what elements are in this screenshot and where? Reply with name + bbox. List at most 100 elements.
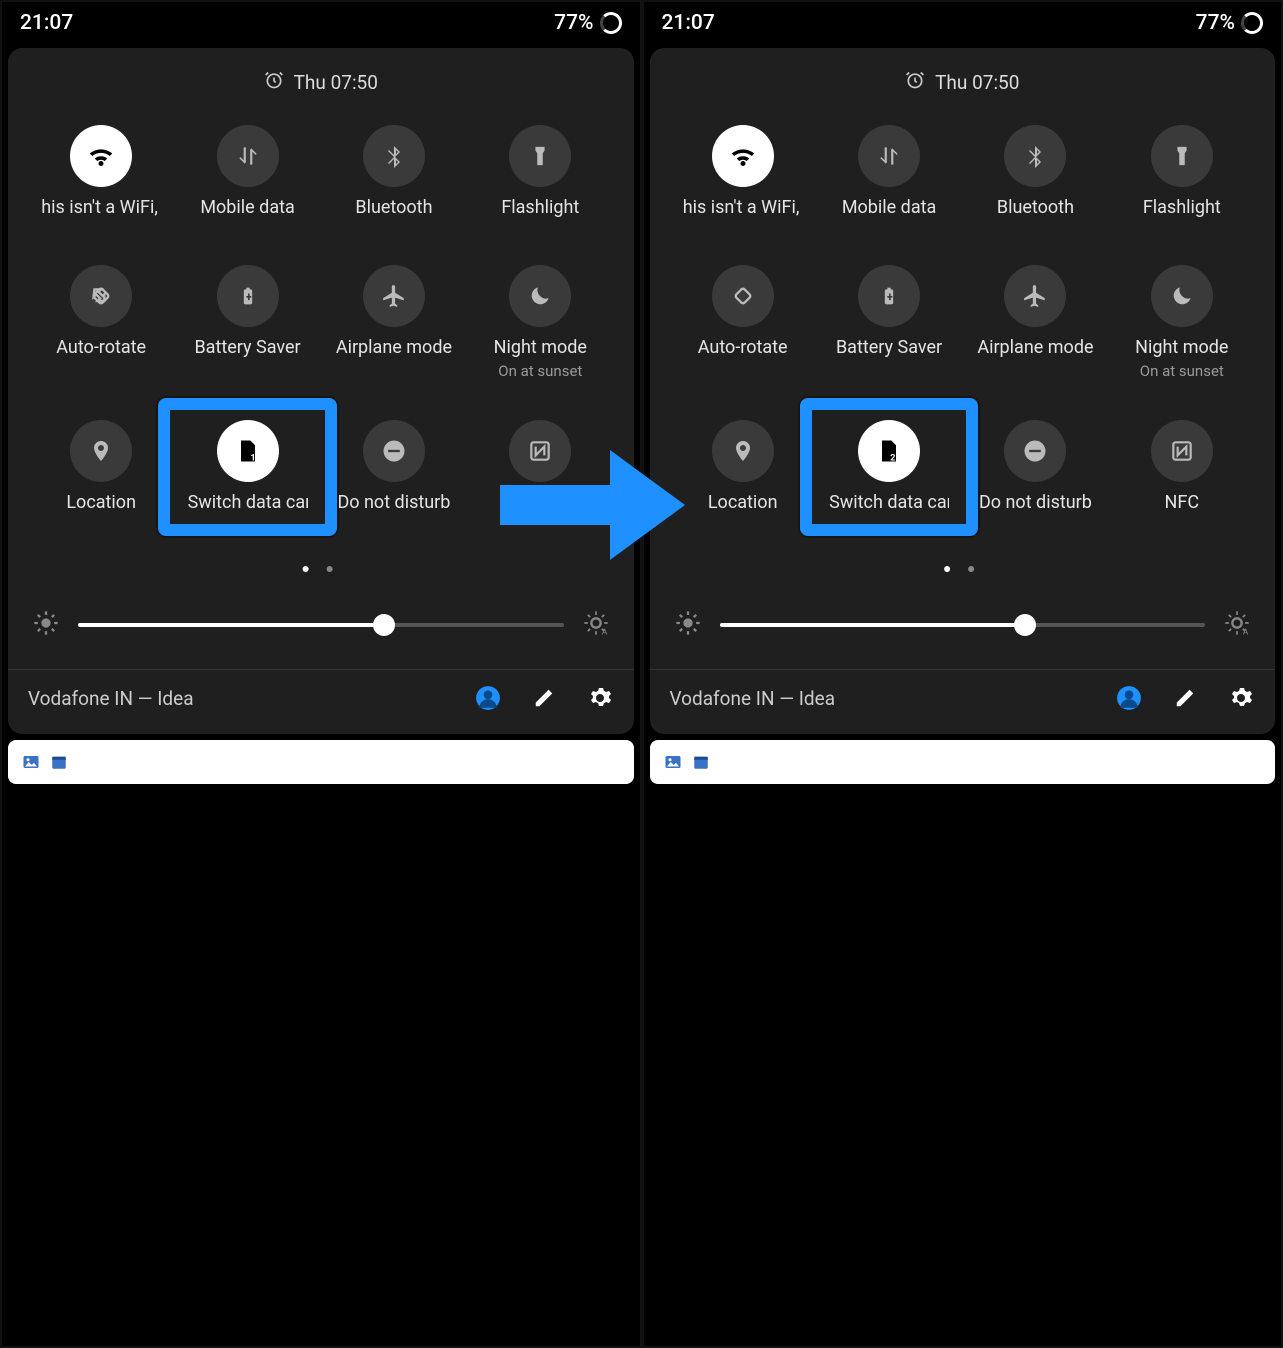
- settings-app-icon[interactable]: [499, 1244, 561, 1306]
- phone-app-icon[interactable]: [722, 1244, 784, 1306]
- status-time: 21:07: [20, 11, 73, 35]
- gallery-icon: [664, 753, 682, 771]
- settings-app-icon[interactable]: [1140, 1244, 1202, 1306]
- tile-do-not-disturb[interactable]: Do not disturb: [321, 420, 467, 520]
- svg-text:1: 1: [250, 452, 255, 463]
- moon-icon: [1169, 283, 1195, 309]
- auto-rotate-icon: [729, 282, 757, 310]
- gallery-icon: [22, 753, 40, 771]
- notification-card[interactable]: [650, 740, 1276, 784]
- location-icon: [731, 437, 755, 465]
- tile-do-not-disturb[interactable]: Do not disturb: [962, 420, 1108, 520]
- tile-night-mode[interactable]: Night mode On at sunset: [467, 265, 613, 380]
- dnd-icon: [380, 437, 408, 465]
- home-app-row: WhatsApp 23Digital Tally Co… Docs: [674, 802, 1252, 884]
- flashlight-icon: [1171, 143, 1193, 169]
- status-battery: 77%: [1196, 11, 1235, 35]
- dock: [2, 1244, 640, 1306]
- tile-auto-rotate[interactable]: Auto-rotate: [28, 265, 174, 380]
- tile-wifi[interactable]: his isn't a WiFi, it: [670, 125, 816, 225]
- airplane-icon: [1022, 283, 1048, 309]
- carrier-label: Vodafone IN — Idea: [670, 687, 1116, 710]
- svg-text:2: 2: [890, 452, 895, 463]
- home-app-row: WhatsApp 23Digital Tally Co… Docs: [32, 802, 610, 884]
- alarm-icon: [905, 70, 925, 95]
- docs-icon[interactable]: [1001, 802, 1057, 858]
- brightness-auto-icon[interactable]: A: [1223, 609, 1251, 641]
- sim-card-icon: 1: [234, 437, 262, 465]
- chevron-up-icon[interactable]: [305, 1032, 337, 1056]
- bluetooth-icon: [1023, 144, 1047, 168]
- chevron-up-icon[interactable]: [946, 1032, 978, 1056]
- brightness-auto-icon[interactable]: A: [582, 609, 610, 641]
- status-battery: 77%: [554, 11, 593, 35]
- tile-battery-saver[interactable]: Battery Saver: [174, 265, 320, 380]
- tile-battery-saver[interactable]: Battery Saver: [816, 265, 962, 380]
- dock: [644, 1244, 1282, 1306]
- alarm-icon: [264, 70, 284, 95]
- mobile-data-icon: [235, 143, 261, 169]
- battery-saver-icon: [238, 282, 258, 310]
- location-icon: [89, 437, 113, 465]
- gallery-app-icon[interactable]: [220, 1244, 282, 1306]
- tile-location[interactable]: Location: [670, 420, 816, 520]
- arrow-right-icon: [490, 430, 690, 584]
- user-button[interactable]: [1115, 684, 1143, 712]
- panel-date[interactable]: Thu 07:50: [935, 71, 1019, 94]
- gallery-app-icon[interactable]: [862, 1244, 924, 1306]
- tile-airplane-mode[interactable]: Airplane mode: [321, 265, 467, 380]
- user-button[interactable]: [474, 684, 502, 712]
- loading-spinner-icon: [1241, 12, 1263, 34]
- tally-icon[interactable]: 23: [209, 802, 265, 858]
- whatsapp-icon[interactable]: [59, 802, 115, 858]
- tile-mobile-data[interactable]: Mobile data: [816, 125, 962, 225]
- tile-switch-data-card[interactable]: 1 Switch data card: [174, 420, 320, 520]
- tile-bluetooth[interactable]: Bluetooth: [321, 125, 467, 225]
- notification-card[interactable]: [8, 740, 634, 784]
- tile-bluetooth[interactable]: Bluetooth: [962, 125, 1108, 225]
- auto-rotate-icon: [87, 282, 115, 310]
- page-indicator[interactable]: ● ●: [664, 540, 1262, 589]
- mobile-data-icon: [876, 143, 902, 169]
- nfc-icon: [1169, 438, 1195, 464]
- settings-button[interactable]: [1227, 684, 1255, 712]
- docs-icon[interactable]: [359, 802, 415, 858]
- quick-tiles-grid: his isn't a WiFi, it Mobile data Bluetoo…: [664, 115, 1262, 540]
- phone-app-icon[interactable]: [81, 1244, 143, 1306]
- brightness-low-icon: [32, 609, 60, 641]
- whatsapp-icon[interactable]: [701, 802, 757, 858]
- tile-mobile-data[interactable]: Mobile data: [174, 125, 320, 225]
- chrome-app-icon[interactable]: [1001, 1244, 1063, 1306]
- tile-auto-rotate[interactable]: Auto-rotate: [670, 265, 816, 380]
- phone-screenshot-left: 21:07 77% Thu 07:50 his isn't a WiFi, it…: [0, 0, 642, 1348]
- edit-button[interactable]: [530, 684, 558, 712]
- edit-button[interactable]: [1171, 684, 1199, 712]
- brightness-slider[interactable]: [720, 623, 1206, 627]
- phone-screenshot-right: 21:07 77% Thu 07:50 his isn't a WiFi, it…: [642, 0, 1283, 1348]
- tally-icon[interactable]: 23: [851, 802, 907, 858]
- wifi-icon: [728, 141, 758, 171]
- moon-icon: [527, 283, 553, 309]
- tile-location[interactable]: Location: [28, 420, 174, 520]
- svg-text:A: A: [1243, 627, 1249, 637]
- airplane-icon: [381, 283, 407, 309]
- tile-flashlight[interactable]: Flashlight: [467, 125, 613, 225]
- quick-settings-panel: Thu 07:50 his isn't a WiFi, it Mobile da…: [8, 48, 634, 734]
- tile-airplane-mode[interactable]: Airplane mode: [962, 265, 1108, 380]
- bluetooth-icon: [382, 144, 406, 168]
- tile-switch-data-card[interactable]: 2 Switch data card: [816, 420, 962, 520]
- chrome-app-icon[interactable]: [359, 1244, 421, 1306]
- brightness-slider[interactable]: [78, 623, 564, 627]
- wifi-icon: [86, 141, 116, 171]
- panel-date[interactable]: Thu 07:50: [294, 71, 378, 94]
- tile-flashlight[interactable]: Flashlight: [1109, 125, 1255, 225]
- dnd-icon: [1021, 437, 1049, 465]
- tile-wifi[interactable]: his isn't a WiFi, it: [28, 125, 174, 225]
- settings-button[interactable]: [586, 684, 614, 712]
- status-bar: 21:07 77%: [644, 2, 1282, 44]
- tile-night-mode[interactable]: Night modeOn at sunset: [1109, 265, 1255, 380]
- brightness-low-icon: [674, 609, 702, 641]
- tile-nfc[interactable]: NFC: [1109, 420, 1255, 520]
- status-bar: 21:07 77%: [2, 2, 640, 44]
- svg-text:A: A: [601, 627, 607, 637]
